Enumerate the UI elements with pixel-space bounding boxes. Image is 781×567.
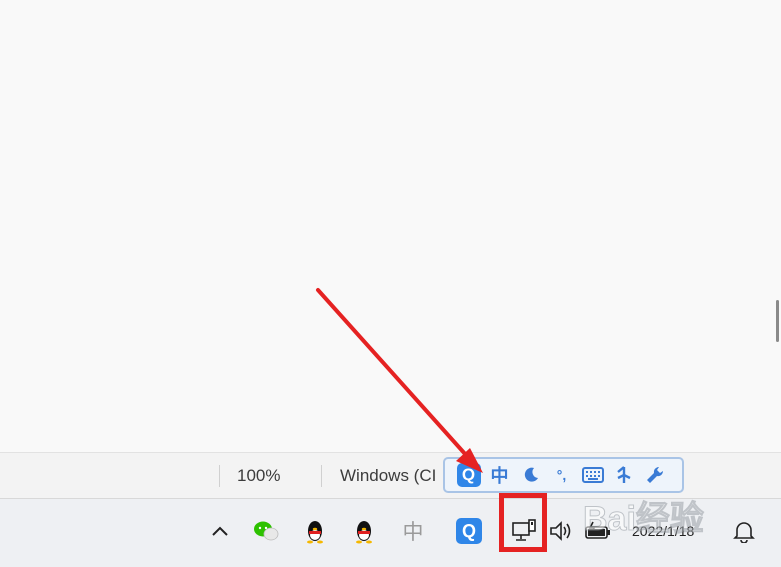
sogou-logo-icon: Q — [456, 463, 481, 487]
keyboard-icon — [581, 467, 604, 483]
volume-icon — [550, 521, 571, 541]
wrench-icon — [646, 466, 663, 483]
ime-width-button[interactable] — [515, 461, 546, 489]
encoding-label[interactable]: Windows (CI — [340, 466, 436, 486]
sogou-q-icon: Q — [456, 518, 482, 544]
volume-tray-button[interactable] — [543, 513, 579, 549]
document-area[interactable] — [0, 0, 781, 452]
chevron-up-icon — [212, 526, 228, 536]
ime-tools-button[interactable] — [639, 461, 670, 489]
ime-split-button[interactable] — [608, 461, 639, 489]
show-hidden-icons-button[interactable] — [202, 513, 238, 549]
qq-tray-button[interactable] — [346, 513, 382, 549]
qq-icon — [356, 521, 372, 544]
screen: 100% Windows (CI Q 中 °, 中 Q 2022/1/18 Ba… — [0, 0, 781, 567]
qq-icon — [307, 521, 323, 544]
status-separator — [321, 465, 322, 487]
ime-toolbar[interactable]: Q 中 °, — [443, 457, 684, 493]
zoom-level[interactable]: 100% — [237, 466, 280, 486]
status-separator — [219, 465, 220, 487]
highlight-box — [499, 493, 547, 552]
ime-keyboard-button[interactable] — [577, 461, 608, 489]
wechat-icon — [254, 521, 279, 541]
watermark-text: Bai经验 — [583, 499, 704, 538]
wechat-tray-button[interactable] — [248, 513, 284, 549]
qq-tray-button[interactable] — [297, 513, 333, 549]
ime-language-button[interactable]: 中 — [484, 461, 515, 489]
input-language-button[interactable]: 中 — [395, 513, 431, 549]
chinese-input-icon: 中 — [402, 521, 424, 544]
ime-punctuation-button[interactable]: °, — [546, 461, 577, 489]
split-icon — [616, 466, 631, 483]
baidu-watermark: Bai经验 — [583, 499, 704, 539]
punctuation-icon: °, — [556, 467, 567, 483]
vertical-scrollbar[interactable] — [776, 300, 779, 342]
ime-logo-button[interactable]: Q — [453, 461, 484, 489]
moon-icon — [524, 467, 538, 482]
sogou-tray-button[interactable]: Q — [451, 513, 487, 549]
chinese-mode-label: 中 — [490, 466, 509, 486]
